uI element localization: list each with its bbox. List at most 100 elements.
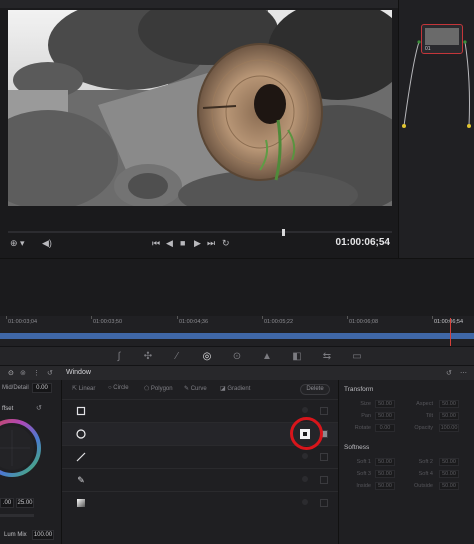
timeline-clip[interactable]: [0, 333, 474, 339]
tilt-field[interactable]: 50.00: [439, 412, 459, 420]
window-invert-toggle[interactable]: [302, 476, 308, 482]
video-preview[interactable]: [8, 10, 392, 206]
size-field[interactable]: 50.00: [375, 400, 395, 408]
bars-mode-icon[interactable]: ⋮: [33, 369, 40, 377]
window-invert-toggle[interactable]: [302, 453, 308, 459]
transport-bar: ⊕ ▾ ◀) ⏮ ◀ ■ ▶ ⏭ ↻ 01:00:06;54: [0, 228, 398, 258]
magic-mask-icon[interactable]: ▲: [260, 351, 274, 363]
window-invert-toggle[interactable]: [302, 407, 308, 413]
timeline-tick-mark: [432, 316, 433, 319]
tab-polygon[interactable]: ⬠ Polygon: [144, 385, 173, 392]
loop-icon[interactable]: ↻: [222, 238, 230, 249]
soft4-label: Soft 4: [418, 471, 433, 477]
timeline-tick-mark: [6, 316, 7, 319]
mid-detail-label: Mid/Detail: [2, 385, 29, 391]
window-invert-toggle[interactable]: [302, 499, 308, 505]
rotate-field[interactable]: 0.00: [375, 424, 395, 432]
square-outline-icon: [76, 406, 86, 416]
offset-label: ffset: [2, 406, 14, 412]
window-panel-title: Window: [66, 369, 91, 376]
window-row-linear[interactable]: [62, 445, 338, 468]
offset-value-field-2[interactable]: 25.00: [16, 498, 34, 508]
node-thumbnail: [425, 28, 459, 45]
key-icon[interactable]: ⇆: [320, 351, 334, 363]
softness-title: Softness: [344, 444, 370, 451]
empty-panel-area: [0, 258, 474, 316]
line-icon: [76, 452, 86, 462]
tab-curve-label: Curve: [190, 386, 207, 392]
tab-linear-label: Linear: [78, 386, 96, 392]
offset-slider[interactable]: [0, 514, 34, 517]
inside-field[interactable]: 50.00: [375, 482, 395, 490]
qualifier-icon[interactable]: ⁄: [170, 351, 184, 363]
tab-linear[interactable]: ⇱ Linear: [72, 385, 95, 392]
viewer-panel: ⊕ ▾ ◀) ⏮ ◀ ■ ▶ ⏭ ↻ 01:00:06;54: [0, 0, 398, 258]
reset-icon[interactable]: ↺: [47, 369, 53, 377]
reset-window-icon[interactable]: ↺: [446, 369, 452, 377]
timeline-tick-label: 01:00:06;08: [349, 319, 379, 325]
window-type-tabs: ⇱ Linear ○ Circle ⬠ Polygon ✎ Curve ◪ Gr…: [62, 382, 338, 396]
step-back-icon[interactable]: ◀: [166, 238, 173, 249]
skip-start-icon[interactable]: ⏮: [152, 238, 160, 249]
transform-title: Transform: [344, 386, 374, 393]
curves-palette-icon[interactable]: ∫: [112, 351, 126, 363]
tab-curve[interactable]: ✎ Curve: [184, 385, 207, 392]
window-palette-icon[interactable]: ◎: [200, 351, 214, 363]
window-row-gradient[interactable]: [62, 491, 338, 514]
timeline-playhead[interactable]: [450, 318, 451, 346]
soft2-field[interactable]: 50.00: [439, 458, 459, 466]
inside-label: Inside: [356, 483, 371, 489]
timeline-tick-label: 01:00:04;36: [179, 319, 209, 325]
video-frame-image: [8, 10, 392, 206]
aspect-field[interactable]: 50.00: [439, 400, 459, 408]
target-icon[interactable]: ⊙: [8, 369, 14, 377]
size-label: Size: [360, 401, 371, 407]
tab-gradient[interactable]: ◪ Gradient: [220, 385, 250, 392]
skip-end-icon[interactable]: ⏭: [207, 238, 215, 249]
pan-field[interactable]: 50.00: [375, 412, 395, 420]
window-enable-checkbox[interactable]: [320, 453, 328, 461]
tab-circle[interactable]: ○ Circle: [108, 385, 129, 391]
window-enable-checkbox[interactable]: [320, 407, 328, 415]
stop-icon[interactable]: ■: [180, 238, 185, 248]
timeline-tick-mark: [347, 316, 348, 319]
delete-window-button[interactable]: Delete: [300, 384, 330, 395]
soft4-field[interactable]: 50.00: [439, 470, 459, 478]
lum-mix-field[interactable]: 100.00: [32, 530, 54, 540]
soft3-field[interactable]: 50.00: [375, 470, 395, 478]
wheel-mode-icon[interactable]: ⊚: [20, 369, 26, 377]
outside-field[interactable]: 50.00: [439, 482, 459, 490]
offset-color-wheel[interactable]: [0, 418, 42, 478]
more-options-icon[interactable]: ⋯: [460, 369, 467, 377]
opacity-field[interactable]: 100.00: [439, 424, 459, 432]
lum-mix-label: Lum Mix: [4, 532, 27, 538]
timeline-tick-label: 01:00:06;54: [434, 319, 464, 325]
pen-icon: ✎: [77, 475, 85, 485]
window-enable-checkbox[interactable]: [320, 499, 328, 507]
timeline-tick-mark: [91, 316, 92, 319]
viewer-options-icon[interactable]: ⊕ ▾: [10, 238, 25, 249]
window-enable-checkbox[interactable]: [320, 476, 328, 484]
timeline-tick-mark: [262, 316, 263, 319]
tab-polygon-label: Polygon: [150, 386, 173, 392]
soft3-label: Soft 3: [356, 471, 371, 477]
audio-icon[interactable]: ◀): [42, 238, 52, 249]
mini-timeline[interactable]: 01:00:03;04 01:00:03;50 01:00:04;36 01:0…: [0, 316, 474, 346]
blur-icon[interactable]: ◧: [290, 351, 304, 363]
tab-circle-label: Circle: [113, 385, 129, 391]
color-node-01[interactable]: 01: [421, 24, 463, 54]
soft1-field[interactable]: 50.00: [375, 458, 395, 466]
window-row-square[interactable]: [62, 399, 338, 422]
mid-detail-field[interactable]: 0.00: [32, 383, 52, 393]
circle-outline-icon: [76, 429, 86, 439]
node-graph-panel[interactable]: 01: [398, 0, 474, 258]
timeline-tick-mark: [177, 316, 178, 319]
pan-label: Pan: [361, 413, 371, 419]
offset-value-field[interactable]: .00: [0, 498, 14, 508]
sizing-icon[interactable]: ▭: [350, 351, 364, 363]
tracker-icon[interactable]: ⊙: [230, 351, 244, 363]
offset-reset-icon[interactable]: ↺: [36, 404, 42, 412]
window-row-pen[interactable]: ✎: [62, 468, 338, 491]
play-icon[interactable]: ▶: [194, 238, 201, 249]
color-warper-icon[interactable]: ✣: [141, 351, 155, 363]
